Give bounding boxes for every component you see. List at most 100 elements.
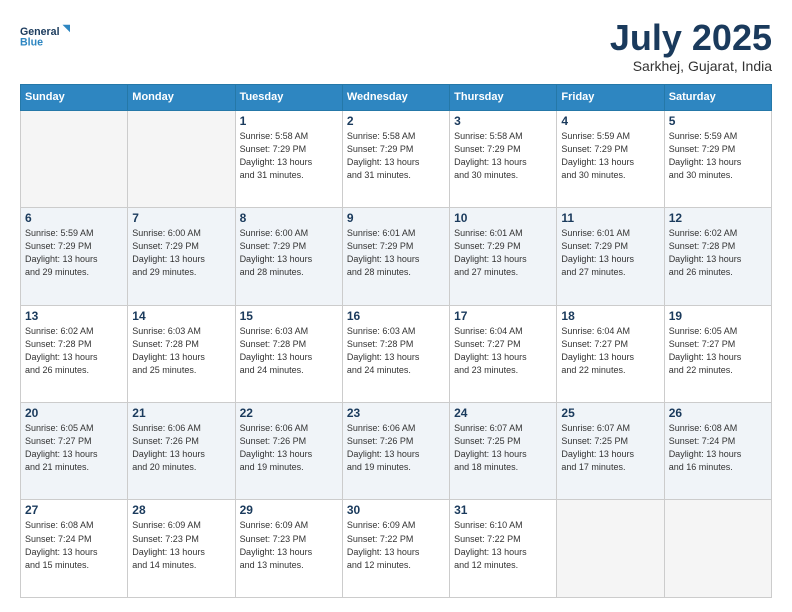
calendar-table: SundayMondayTuesdayWednesdayThursdayFrid…	[20, 84, 772, 598]
day-info: Sunrise: 6:03 AM Sunset: 7:28 PM Dayligh…	[240, 325, 338, 377]
day-info: Sunrise: 5:59 AM Sunset: 7:29 PM Dayligh…	[25, 227, 123, 279]
day-number: 1	[240, 114, 338, 128]
weekday-monday: Monday	[128, 84, 235, 110]
day-number: 15	[240, 309, 338, 323]
day-info: Sunrise: 5:58 AM Sunset: 7:29 PM Dayligh…	[347, 130, 445, 182]
day-number: 6	[25, 211, 123, 225]
calendar-cell: 9 Sunrise: 6:01 AM Sunset: 7:29 PM Daylig…	[342, 208, 449, 305]
day-number: 26	[669, 406, 767, 420]
calendar-cell: 24 Sunrise: 6:07 AM Sunset: 7:25 PM Dayli…	[450, 403, 557, 500]
day-number: 18	[561, 309, 659, 323]
day-info: Sunrise: 6:04 AM Sunset: 7:27 PM Dayligh…	[561, 325, 659, 377]
day-number: 24	[454, 406, 552, 420]
day-number: 20	[25, 406, 123, 420]
weekday-sunday: Sunday	[21, 84, 128, 110]
day-info: Sunrise: 6:03 AM Sunset: 7:28 PM Dayligh…	[132, 325, 230, 377]
week-row-1: 1 Sunrise: 5:58 AM Sunset: 7:29 PM Daylig…	[21, 110, 772, 207]
calendar-cell: 16Sunrise: 6:03 AM Sunset: 7:28 PM Dayli…	[342, 305, 449, 402]
day-info: Sunrise: 6:01 AM Sunset: 7:29 PM Dayligh…	[347, 227, 445, 279]
day-number: 16	[347, 309, 445, 323]
svg-text:Blue: Blue	[20, 36, 43, 48]
calendar-cell	[21, 110, 128, 207]
calendar-cell: 18 Sunrise: 6:04 AM Sunset: 7:27 PM Dayli…	[557, 305, 664, 402]
day-number: 14	[132, 309, 230, 323]
logo: General Blue	[20, 18, 70, 54]
day-info: Sunrise: 6:10 AM Sunset: 7:22 PM Dayligh…	[454, 519, 552, 571]
day-info: Sunrise: 6:09 AM Sunset: 7:23 PM Dayligh…	[240, 519, 338, 571]
calendar-cell: 29 Sunrise: 6:09 AM Sunset: 7:23 PM Dayli…	[235, 500, 342, 598]
calendar-cell: 5 Sunrise: 5:59 AM Sunset: 7:29 PM Daylig…	[664, 110, 771, 207]
calendar-cell: 13 Sunrise: 6:02 AM Sunset: 7:28 PM Dayli…	[21, 305, 128, 402]
day-info: Sunrise: 6:01 AM Sunset: 7:29 PM Dayligh…	[561, 227, 659, 279]
day-info: Sunrise: 6:07 AM Sunset: 7:25 PM Dayligh…	[454, 422, 552, 474]
day-number: 29	[240, 503, 338, 517]
day-number: 11	[561, 211, 659, 225]
day-number: 28	[132, 503, 230, 517]
calendar-cell: 31Sunrise: 6:10 AM Sunset: 7:22 PM Dayli…	[450, 500, 557, 598]
day-info: Sunrise: 5:58 AM Sunset: 7:29 PM Dayligh…	[240, 130, 338, 182]
month-title: July 2025	[610, 18, 772, 58]
calendar-cell: 8 Sunrise: 6:00 AM Sunset: 7:29 PM Daylig…	[235, 208, 342, 305]
calendar-cell: 26Sunrise: 6:08 AM Sunset: 7:24 PM Dayli…	[664, 403, 771, 500]
calendar-cell	[128, 110, 235, 207]
calendar-cell: 11 Sunrise: 6:01 AM Sunset: 7:29 PM Dayli…	[557, 208, 664, 305]
week-row-3: 13 Sunrise: 6:02 AM Sunset: 7:28 PM Dayli…	[21, 305, 772, 402]
day-number: 9	[347, 211, 445, 225]
day-number: 12	[669, 211, 767, 225]
day-number: 13	[25, 309, 123, 323]
subtitle: Sarkhej, Gujarat, India	[610, 58, 772, 74]
day-number: 27	[25, 503, 123, 517]
weekday-header-row: SundayMondayTuesdayWednesdayThursdayFrid…	[21, 84, 772, 110]
day-number: 10	[454, 211, 552, 225]
day-info: Sunrise: 5:58 AM Sunset: 7:29 PM Dayligh…	[454, 130, 552, 182]
week-row-2: 6 Sunrise: 5:59 AM Sunset: 7:29 PM Daylig…	[21, 208, 772, 305]
calendar-cell: 17Sunrise: 6:04 AM Sunset: 7:27 PM Dayli…	[450, 305, 557, 402]
calendar-cell: 25 Sunrise: 6:07 AM Sunset: 7:25 PM Dayli…	[557, 403, 664, 500]
day-number: 19	[669, 309, 767, 323]
calendar-cell: 28 Sunrise: 6:09 AM Sunset: 7:23 PM Dayli…	[128, 500, 235, 598]
day-number: 5	[669, 114, 767, 128]
day-info: Sunrise: 6:06 AM Sunset: 7:26 PM Dayligh…	[132, 422, 230, 474]
day-number: 25	[561, 406, 659, 420]
calendar-cell: 6 Sunrise: 5:59 AM Sunset: 7:29 PM Daylig…	[21, 208, 128, 305]
calendar-cell: 15 Sunrise: 6:03 AM Sunset: 7:28 PM Dayli…	[235, 305, 342, 402]
day-info: Sunrise: 6:06 AM Sunset: 7:26 PM Dayligh…	[347, 422, 445, 474]
day-info: Sunrise: 6:09 AM Sunset: 7:23 PM Dayligh…	[132, 519, 230, 571]
calendar-cell: 20Sunrise: 6:05 AM Sunset: 7:27 PM Dayli…	[21, 403, 128, 500]
calendar-cell: 2Sunrise: 5:58 AM Sunset: 7:29 PM Daylig…	[342, 110, 449, 207]
title-block: July 2025 Sarkhej, Gujarat, India	[610, 18, 772, 74]
day-info: Sunrise: 6:00 AM Sunset: 7:29 PM Dayligh…	[240, 227, 338, 279]
day-info: Sunrise: 6:09 AM Sunset: 7:22 PM Dayligh…	[347, 519, 445, 571]
day-number: 7	[132, 211, 230, 225]
weekday-tuesday: Tuesday	[235, 84, 342, 110]
week-row-5: 27 Sunrise: 6:08 AM Sunset: 7:24 PM Dayli…	[21, 500, 772, 598]
calendar-cell: 10 Sunrise: 6:01 AM Sunset: 7:29 PM Dayli…	[450, 208, 557, 305]
logo-svg: General Blue	[20, 18, 70, 54]
calendar-cell	[664, 500, 771, 598]
day-number: 3	[454, 114, 552, 128]
calendar-cell: 23Sunrise: 6:06 AM Sunset: 7:26 PM Dayli…	[342, 403, 449, 500]
calendar-cell: 4Sunrise: 5:59 AM Sunset: 7:29 PM Daylig…	[557, 110, 664, 207]
day-info: Sunrise: 6:07 AM Sunset: 7:25 PM Dayligh…	[561, 422, 659, 474]
day-number: 21	[132, 406, 230, 420]
calendar-cell: 14 Sunrise: 6:03 AM Sunset: 7:28 PM Dayli…	[128, 305, 235, 402]
weekday-wednesday: Wednesday	[342, 84, 449, 110]
calendar-cell	[557, 500, 664, 598]
day-info: Sunrise: 6:08 AM Sunset: 7:24 PM Dayligh…	[25, 519, 123, 571]
day-number: 22	[240, 406, 338, 420]
calendar-cell: 30Sunrise: 6:09 AM Sunset: 7:22 PM Dayli…	[342, 500, 449, 598]
day-info: Sunrise: 6:00 AM Sunset: 7:29 PM Dayligh…	[132, 227, 230, 279]
weekday-saturday: Saturday	[664, 84, 771, 110]
calendar-cell: 7 Sunrise: 6:00 AM Sunset: 7:29 PM Daylig…	[128, 208, 235, 305]
calendar-cell: 21 Sunrise: 6:06 AM Sunset: 7:26 PM Dayli…	[128, 403, 235, 500]
day-info: Sunrise: 6:01 AM Sunset: 7:29 PM Dayligh…	[454, 227, 552, 279]
weekday-friday: Friday	[557, 84, 664, 110]
day-info: Sunrise: 6:02 AM Sunset: 7:28 PM Dayligh…	[669, 227, 767, 279]
day-info: Sunrise: 5:59 AM Sunset: 7:29 PM Dayligh…	[669, 130, 767, 182]
calendar-cell: 22Sunrise: 6:06 AM Sunset: 7:26 PM Dayli…	[235, 403, 342, 500]
day-info: Sunrise: 6:02 AM Sunset: 7:28 PM Dayligh…	[25, 325, 123, 377]
day-number: 8	[240, 211, 338, 225]
calendar-cell: 19Sunrise: 6:05 AM Sunset: 7:27 PM Dayli…	[664, 305, 771, 402]
calendar-cell: 3 Sunrise: 5:58 AM Sunset: 7:29 PM Daylig…	[450, 110, 557, 207]
day-number: 17	[454, 309, 552, 323]
